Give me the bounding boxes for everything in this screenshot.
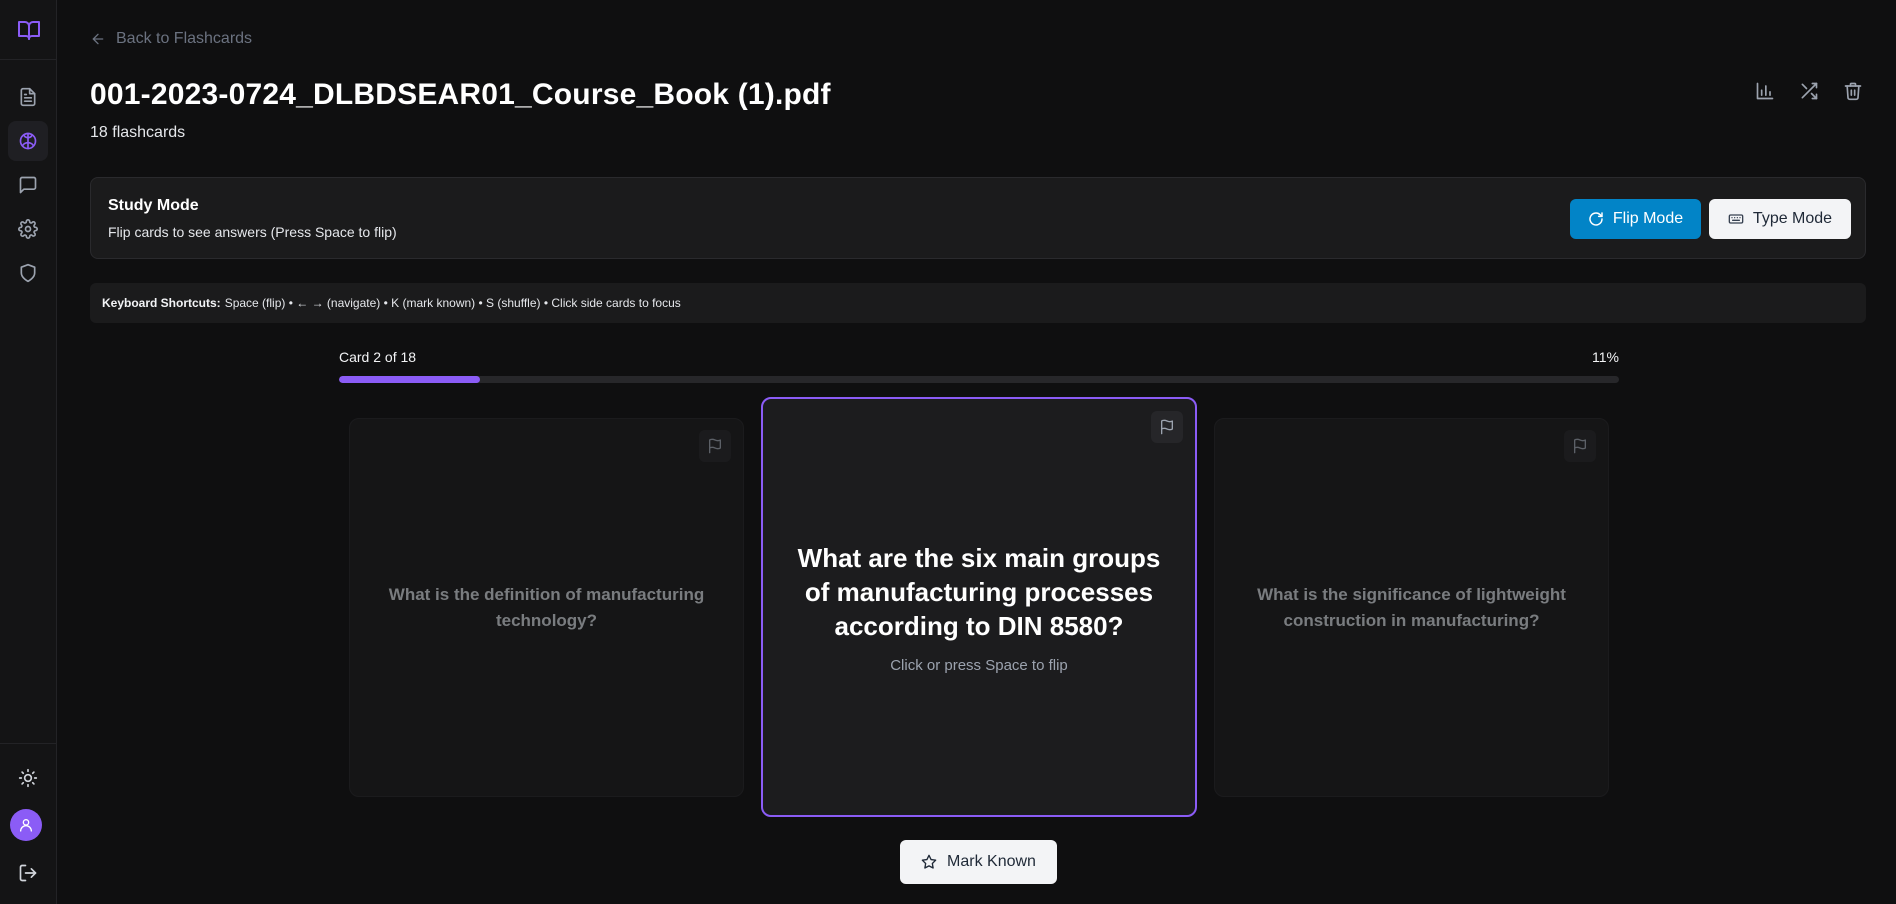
shuffle-icon[interactable]: [1799, 81, 1819, 101]
previous-card[interactable]: What is the definition of manufacturing …: [349, 418, 744, 797]
rotate-icon: [1588, 211, 1604, 227]
sidebar-item-chat[interactable]: [8, 165, 48, 205]
user-icon: [18, 817, 34, 833]
current-card[interactable]: What are the six main groups of manufact…: [761, 397, 1197, 817]
flag-icon: [707, 438, 723, 454]
flag-button[interactable]: [1564, 430, 1596, 462]
flag-button[interactable]: [1151, 411, 1183, 443]
study-mode-panel: Study Mode Flip cards to see answers (Pr…: [90, 177, 1866, 259]
keyboard-icon: [1728, 211, 1744, 227]
mark-known-label: Mark Known: [947, 853, 1036, 870]
theme-toggle-button[interactable]: [8, 758, 48, 798]
type-mode-label: Type Mode: [1752, 210, 1833, 227]
bar-chart-icon[interactable]: [1755, 81, 1775, 101]
back-to-flashcards-link[interactable]: Back to Flashcards: [90, 30, 252, 48]
sidebar-item-flashcards[interactable]: [8, 121, 48, 161]
flip-hint: Click or press Space to flip: [890, 656, 1068, 674]
keyboard-shortcuts-bar: Keyboard Shortcuts: Space (flip) • ← → (…: [90, 283, 1866, 323]
flip-mode-button[interactable]: Flip Mode: [1570, 199, 1701, 239]
current-card-question: What are the six main groups of manufact…: [797, 542, 1161, 641]
logout-icon: [18, 863, 38, 883]
sidebar: [0, 0, 57, 904]
next-card-question: What is the significance of lightweight …: [1257, 584, 1566, 630]
brain-icon: [18, 131, 38, 151]
trash-icon[interactable]: [1843, 81, 1863, 101]
study-mode-title: Study Mode: [108, 197, 199, 214]
flag-icon: [1159, 419, 1175, 435]
mark-known-button[interactable]: Mark Known: [900, 840, 1057, 884]
type-mode-button[interactable]: Type Mode: [1709, 199, 1851, 239]
file-text-icon: [18, 87, 38, 107]
next-card[interactable]: What is the significance of lightweight …: [1214, 418, 1609, 797]
flip-mode-label: Flip Mode: [1612, 210, 1684, 227]
progress-percent: 11%: [1592, 349, 1619, 365]
arrow-left-icon: [90, 31, 106, 47]
progress-bar: [339, 376, 1619, 383]
logout-button[interactable]: [8, 853, 48, 893]
message-square-icon: [18, 175, 38, 195]
flag-button[interactable]: [699, 430, 731, 462]
sun-icon: [18, 768, 38, 788]
study-mode-description: Flip cards to see answers (Press Space t…: [108, 224, 397, 240]
shield-icon: [18, 263, 38, 283]
flashcard-count: 18 flashcards: [90, 124, 186, 141]
user-avatar[interactable]: [10, 809, 42, 841]
sidebar-item-documents[interactable]: [8, 77, 48, 117]
shortcuts-text: Space (flip) • ← → (navigate) • K (mark …: [224, 296, 681, 310]
sidebar-item-settings[interactable]: [8, 209, 48, 249]
flag-icon: [1572, 438, 1588, 454]
star-icon: [921, 854, 937, 870]
card-progress-label: Card 2 of 18: [339, 349, 417, 365]
shortcuts-label: Keyboard Shortcuts:: [102, 296, 221, 310]
sidebar-item-security[interactable]: [8, 253, 48, 293]
progress-bar-fill: [339, 376, 480, 383]
header-actions: [1755, 81, 1863, 101]
page-title: 001-2023-0724_DLBDSEAR01_Course_Book (1)…: [90, 78, 831, 111]
back-link-label: Back to Flashcards: [116, 30, 253, 47]
previous-card-question: What is the definition of manufacturing …: [388, 584, 705, 630]
book-open-icon: [17, 18, 41, 42]
settings-icon: [18, 219, 38, 239]
logo[interactable]: [0, 0, 57, 60]
sidebar-divider: [0, 743, 57, 744]
